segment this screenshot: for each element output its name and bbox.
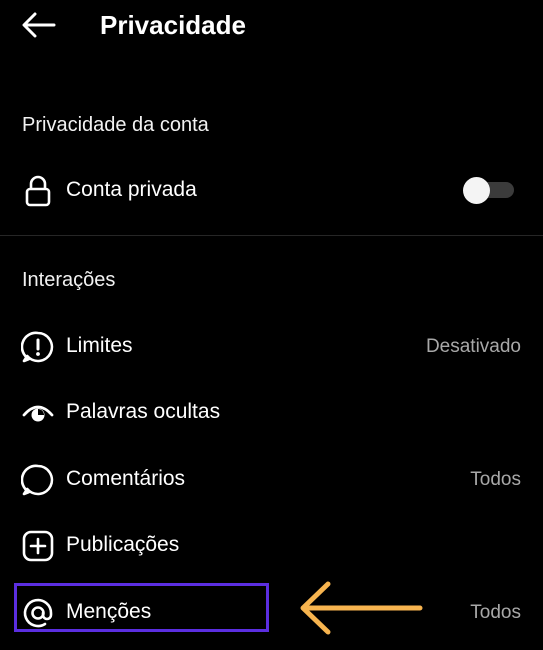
limits-value: Desativado [425,336,521,357]
private-account-label: Conta privada [66,178,197,201]
comment-icon [21,463,55,497]
lock-icon [21,174,55,208]
hidden-words-row[interactable]: Palavras ocultas [0,384,543,440]
limits-row[interactable]: Limites Desativado [0,318,543,374]
limits-icon [21,330,55,364]
posts-row[interactable]: Publicações [0,517,543,573]
hidden-words-icon [21,396,55,430]
section-title-interactions: Interações [22,269,116,291]
limits-label: Limites [66,334,133,357]
page-title: Privacidade [100,10,246,40]
private-account-toggle[interactable] [462,175,516,205]
section-divider [0,235,543,236]
app-header: Privacidade [0,0,543,50]
toggle-knob [463,177,490,204]
annotation-arrow-icon [300,581,423,635]
mentions-highlight-box [14,583,269,632]
comments-label: Comentários [66,467,186,490]
section-title-account-privacy: Privacidade da conta [22,114,209,136]
mentions-value: Todos [470,602,521,623]
add-post-icon [21,529,55,563]
comments-row[interactable]: Comentários Todos [0,451,543,507]
posts-label: Publicações [66,533,180,556]
hidden-words-label: Palavras ocultas [66,400,221,423]
back-button[interactable] [20,10,58,40]
back-arrow-icon [22,12,56,38]
comments-value: Todos [470,469,521,490]
